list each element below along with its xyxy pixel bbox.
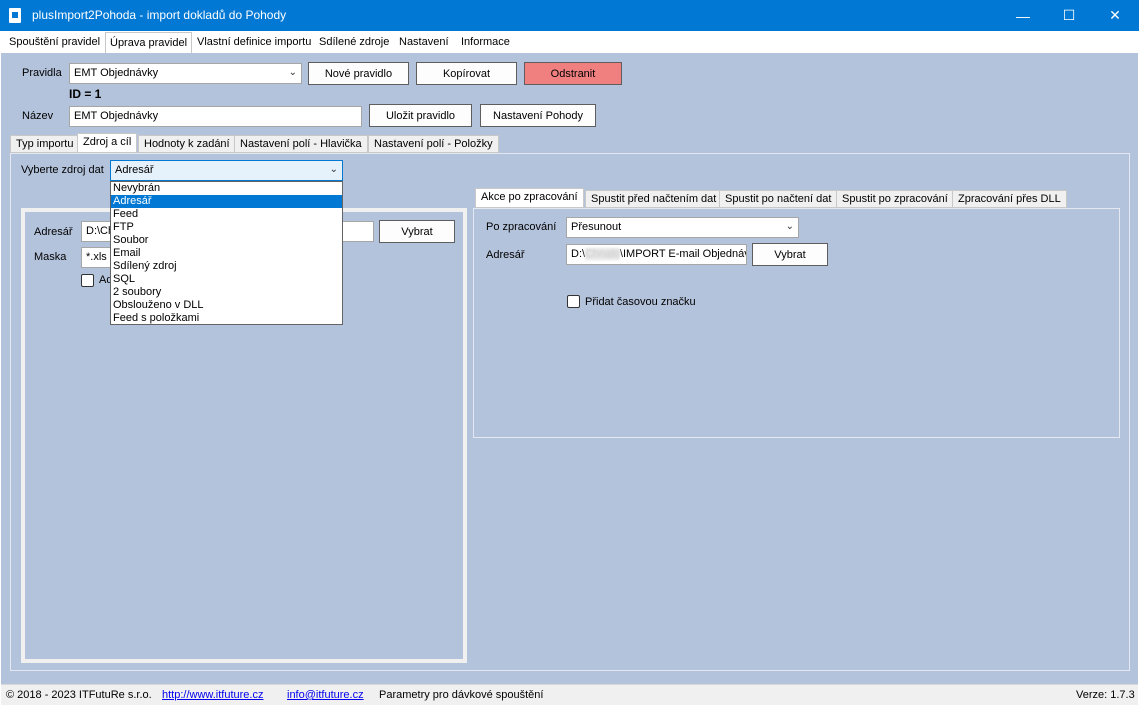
name-label: Název xyxy=(22,110,54,122)
new-rule-button[interactable]: Nové pravidlo xyxy=(308,62,409,85)
title-bar: plusImport2Pohoda - import dokladů do Po… xyxy=(0,0,1139,31)
source-option-ftp[interactable]: FTP xyxy=(111,221,342,234)
action-folder-redacted: Chnalo xyxy=(585,248,620,260)
menu-informace[interactable]: Informace xyxy=(457,34,514,52)
tab-spustit-pred-nactenim[interactable]: Spustit před načtením dat xyxy=(585,190,723,208)
menu-uprava-pravidel[interactable]: Úprava pravidel xyxy=(105,32,193,53)
tab-akce-po-zpracovani[interactable]: Akce po zpracování xyxy=(475,188,584,208)
source-label: Vyberte zdroj dat xyxy=(21,164,104,176)
source-option-sdileny-zdroj[interactable]: Sdílený zdroj xyxy=(111,260,342,273)
timestamp-checkbox[interactable] xyxy=(567,295,580,308)
source-checkbox[interactable] xyxy=(81,274,94,287)
menu-nastaveni[interactable]: Nastavení xyxy=(395,34,453,52)
tab-nastaveni-poli-polozky[interactable]: Nastavení polí - Položky xyxy=(368,135,499,153)
source-option-nevybran[interactable]: Nevybrán xyxy=(111,182,342,195)
main-tab-strip: Typ importu Zdroj a cíl Hodnoty k zadání… xyxy=(10,133,510,153)
source-combo-value: Adresář xyxy=(115,164,154,176)
rules-label: Pravidla xyxy=(22,67,62,79)
rule-id: ID = 1 xyxy=(69,87,102,101)
tab-zdroj-a-cil[interactable]: Zdroj a cíl xyxy=(77,133,138,153)
source-option-sql[interactable]: SQL xyxy=(111,273,342,286)
status-bar: © 2018 - 2023 ITFutuRe s.r.o. http://www… xyxy=(1,684,1138,705)
action-folder-input[interactable]: D:\Chnalo\IMPORT E-mail Objednáv xyxy=(566,244,747,265)
remove-button[interactable]: Odstranit xyxy=(524,62,622,85)
pohoda-settings-button[interactable]: Nastavení Pohody xyxy=(480,104,596,127)
menu-vlastni-definice-importu[interactable]: Vlastní definice importu xyxy=(193,34,315,52)
timestamp-label: Přidat časovou značku xyxy=(585,296,696,308)
tab-zpracovani-pres-dll[interactable]: Zpracování přes DLL xyxy=(952,190,1067,208)
save-rule-button[interactable]: Uložit pravidlo xyxy=(369,104,472,127)
action-folder-prefix: D:\ xyxy=(571,248,586,260)
source-option-obslouzeno-v-dll[interactable]: Obslouženo v DLL xyxy=(111,299,342,312)
mask-label: Maska xyxy=(34,251,67,263)
source-folder-label: Adresář xyxy=(34,226,73,238)
action-folder-label: Adresář xyxy=(486,249,525,261)
action-select-button[interactable]: Vybrat xyxy=(752,243,828,266)
after-processing-label: Po zpracování xyxy=(486,221,557,233)
after-processing-value: Přesunout xyxy=(571,221,622,233)
chevron-down-icon: ⌄ xyxy=(288,67,297,78)
chevron-down-icon: ⌄ xyxy=(785,221,794,232)
source-option-feed[interactable]: Feed xyxy=(111,208,342,221)
source-combo[interactable]: Adresář ⌄ xyxy=(110,160,343,181)
after-processing-combo[interactable]: Přesunout ⌄ xyxy=(566,217,799,238)
version-text: Verze: 1.7.3 xyxy=(1076,689,1135,701)
tab-typ-importu[interactable]: Typ importu xyxy=(10,135,80,153)
copy-button[interactable]: Kopírovat xyxy=(416,62,517,85)
email-link[interactable]: info@itfuture.cz xyxy=(287,689,364,701)
source-option-adresar[interactable]: Adresář xyxy=(111,195,342,208)
window-title: plusImport2Pohoda - import dokladů do Po… xyxy=(32,8,287,22)
close-button[interactable]: ✕ xyxy=(1092,0,1138,31)
source-option-2-soubory[interactable]: 2 soubory xyxy=(111,286,342,299)
batch-params-text[interactable]: Parametry pro dávkové spouštění xyxy=(379,689,543,701)
rules-combo[interactable]: EMT Objednávky ⌄ xyxy=(69,63,302,84)
maximize-button[interactable]: ☐ xyxy=(1046,0,1092,31)
app-icon xyxy=(9,8,21,23)
source-option-feed-s-polozkami[interactable]: Feed s položkami xyxy=(111,312,342,325)
source-option-email[interactable]: Email xyxy=(111,247,342,260)
menu-sdilene-zdroje[interactable]: Sdílené zdroje xyxy=(315,34,393,52)
action-tab-strip: Akce po zpracování Spustit před načtením… xyxy=(475,188,1125,208)
source-select-button[interactable]: Vybrat xyxy=(379,220,455,243)
chevron-down-icon: ⌄ xyxy=(329,164,338,175)
tab-hodnoty-k-zadani[interactable]: Hodnoty k zadání xyxy=(138,135,236,153)
menu-bar: Spouštění pravidel Úprava pravidel Vlast… xyxy=(1,31,1138,53)
rule-name-input[interactable]: EMT Objednávky xyxy=(69,106,362,127)
website-link[interactable]: http://www.itfuture.cz xyxy=(162,689,263,701)
tab-spustit-po-zpracovani[interactable]: Spustit po zpracování xyxy=(836,190,954,208)
tab-nastaveni-poli-hlavicka[interactable]: Nastavení polí - Hlavička xyxy=(234,135,368,153)
tab-spustit-po-nacteni[interactable]: Spustit po načtení dat xyxy=(719,190,838,208)
rules-combo-value: EMT Objednávky xyxy=(74,67,159,79)
action-folder-suffix: \IMPORT E-mail Objednáv xyxy=(619,248,747,260)
minimize-button[interactable]: — xyxy=(1000,0,1046,31)
source-option-soubor[interactable]: Soubor xyxy=(111,234,342,247)
source-dropdown-list: Nevybrán Adresář Feed FTP Soubor Email S… xyxy=(110,181,343,325)
menu-spousteni-pravidel[interactable]: Spouštění pravidel xyxy=(5,34,104,52)
copyright-text: © 2018 - 2023 ITFutuRe s.r.o. xyxy=(6,689,152,701)
